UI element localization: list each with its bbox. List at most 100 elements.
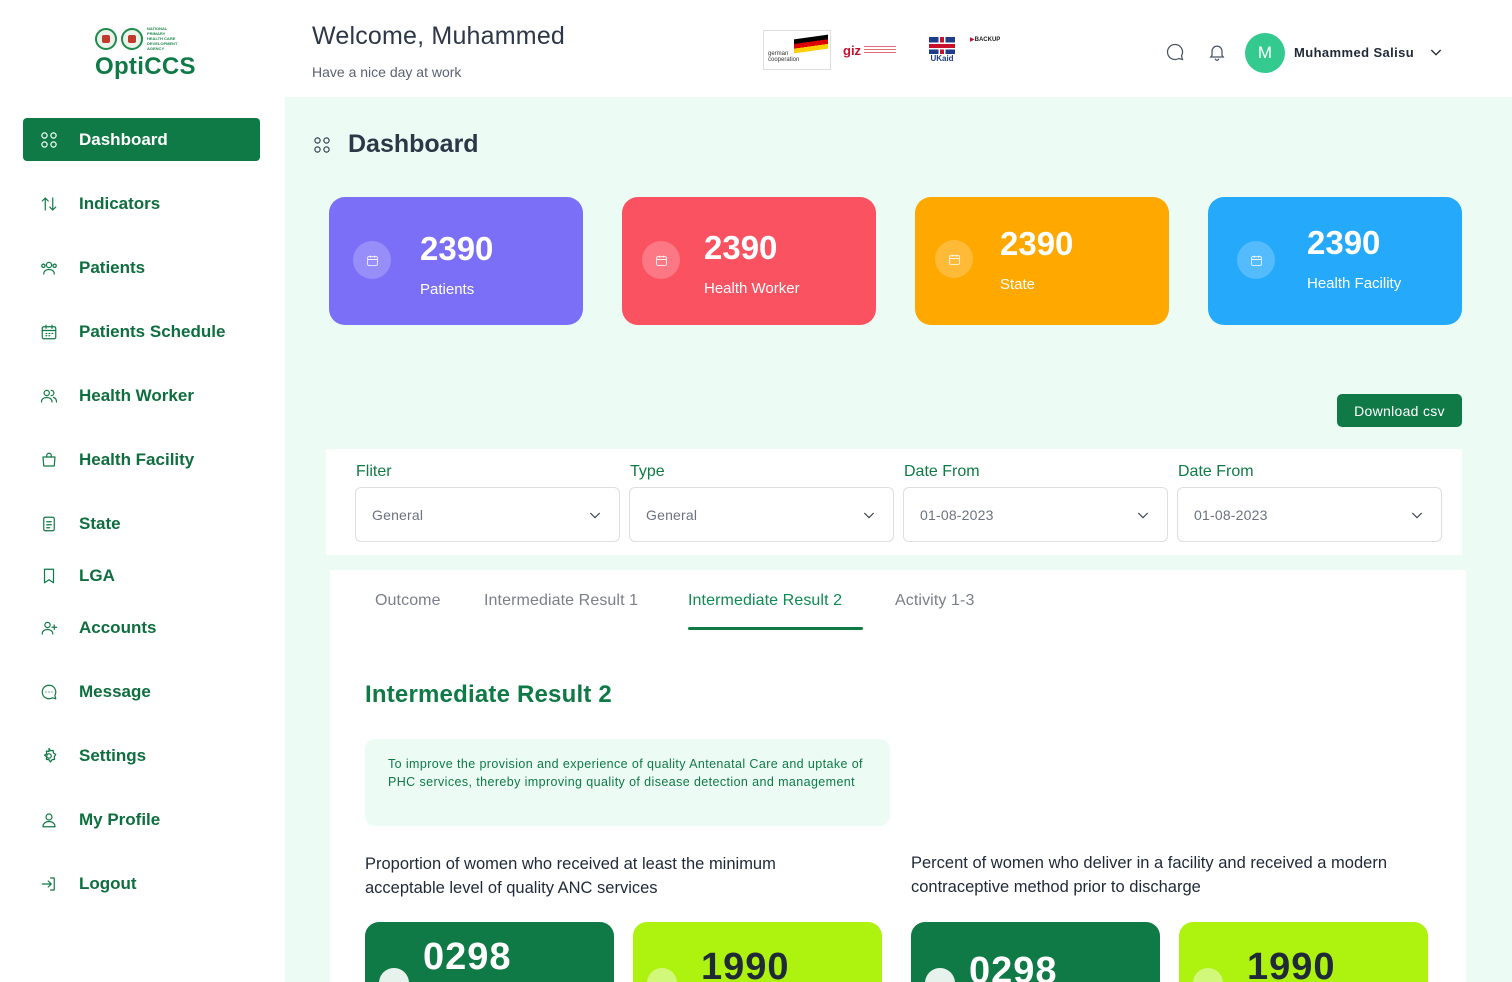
giz-logo-text: giz	[843, 42, 862, 58]
filter-label: Date From	[1178, 463, 1254, 480]
document-icon	[39, 514, 59, 534]
avatar[interactable]: M	[1245, 33, 1285, 73]
calendar-icon	[1237, 241, 1275, 279]
filter-group-filter: Fliter General	[355, 463, 620, 542]
date-value: 01-08-2023	[1194, 506, 1268, 523]
results-panel: Outcome Intermediate Result 1 Intermedia…	[330, 570, 1466, 982]
metric-card[interactable]: 1990	[1179, 922, 1428, 982]
calendar-icon	[935, 240, 973, 278]
section-description: To improve the provision and experience …	[365, 739, 890, 826]
backup-logo: ▶BACKUP	[970, 36, 1000, 43]
sidebar-item-label: Logout	[79, 873, 137, 893]
german-logo-text-2: cooperation	[768, 57, 800, 63]
bell-icon[interactable]	[1207, 42, 1227, 67]
bookmark-icon	[39, 566, 59, 586]
calendar-icon	[642, 241, 680, 279]
metric-title: Proportion of women who received at leas…	[365, 855, 776, 897]
top-header: Welcome, Muhammed Have a nice day at wor…	[285, 0, 1512, 97]
date-to-select[interactable]: 01-08-2023	[1177, 487, 1442, 542]
metric-icon	[925, 968, 955, 982]
date-from-select[interactable]: 01-08-2023	[903, 487, 1168, 542]
sidebar: NATIONAL PRIMARY HEALTH CARE DEVELOPMENT…	[0, 0, 285, 982]
filter-bar: Fliter General Type General Date From 01…	[326, 449, 1462, 555]
sidebar-item-label: Dashboard	[79, 129, 168, 149]
sidebar-item-accounts[interactable]: Accounts	[23, 606, 260, 649]
metric-value: 1990	[1247, 946, 1336, 982]
tab-intermediate-result-2[interactable]: Intermediate Result 2	[688, 592, 842, 610]
date-value: 01-08-2023	[920, 506, 994, 523]
stat-value: 2390	[704, 229, 778, 266]
filter-group-date-from: Date From 01-08-2023	[903, 463, 1168, 542]
nigeria-coat-of-arms-icon	[95, 27, 117, 50]
backup-logo-text: BACKUP	[974, 36, 1001, 43]
sidebar-item-patients-schedule[interactable]: Patients Schedule	[23, 310, 260, 353]
metric-card[interactable]: 0298	[365, 922, 614, 982]
partner-logos: german cooperation giz UKaid ▶BACKUP	[763, 30, 1000, 70]
page-title: Dashboard	[348, 130, 479, 158]
filter-group-date-to: Date From 01-08-2023	[1177, 463, 1442, 542]
uk-flag-icon	[929, 37, 955, 54]
sidebar-item-label: Indicators	[79, 193, 161, 213]
type-select[interactable]: General	[629, 487, 894, 542]
chevron-down-icon[interactable]	[1428, 44, 1444, 65]
chat-icon	[39, 682, 59, 702]
tab-activity-1-3[interactable]: Activity 1-3	[895, 592, 974, 610]
sidebar-item-patients[interactable]: Patients	[23, 246, 260, 289]
sidebar-item-dashboard[interactable]: Dashboard	[23, 118, 260, 161]
download-csv-button[interactable]: Download csv	[1337, 394, 1462, 427]
page-heading: Dashboard	[313, 130, 479, 159]
sidebar-item-label: State	[79, 513, 121, 533]
metric-icon	[1193, 968, 1223, 982]
sidebar-item-logout[interactable]: Logout	[23, 862, 260, 905]
app-logo[interactable]: NATIONAL PRIMARY HEALTH CARE DEVELOPMENT…	[95, 26, 195, 81]
chevron-down-icon	[589, 512, 601, 519]
sidebar-item-state[interactable]: State	[23, 502, 260, 545]
chat-bubble-icon[interactable]	[1165, 42, 1185, 67]
stat-label: Health Worker	[704, 280, 800, 297]
sidebar-item-lga[interactable]: LGA	[23, 554, 260, 597]
logo-agency-text: NATIONAL PRIMARY HEALTH CARE DEVELOPMENT…	[147, 26, 178, 51]
ukaid-logo-text: UKaid	[930, 54, 954, 63]
users-icon	[39, 258, 59, 278]
ukaid-logo: UKaid	[928, 37, 956, 63]
filter-label: Type	[630, 463, 665, 480]
metric-icon	[647, 968, 677, 982]
sidebar-item-settings[interactable]: Settings	[23, 734, 260, 777]
header-actions	[1165, 42, 1227, 67]
filter-label: Date From	[904, 463, 980, 480]
arrows-up-down-icon	[39, 194, 59, 214]
stat-card-health-facility[interactable]: 2390 Health Facility	[1208, 197, 1462, 325]
sidebar-item-label: Accounts	[79, 617, 157, 637]
user-name[interactable]: Muhammed Salisu	[1294, 45, 1414, 60]
sidebar-item-message[interactable]: Message	[23, 670, 260, 713]
tab-outcome[interactable]: Outcome	[375, 592, 441, 610]
active-tab-indicator	[688, 627, 863, 630]
stat-label: Patients	[420, 281, 475, 298]
stat-label: Health Facility	[1307, 275, 1402, 292]
sidebar-item-health-facility[interactable]: Health Facility	[23, 438, 260, 481]
filter-select[interactable]: General	[355, 487, 620, 542]
chevron-down-icon	[863, 512, 875, 519]
welcome-subtitle: Have a nice day at work	[312, 64, 462, 80]
sidebar-item-label: Health Worker	[79, 385, 194, 405]
stat-card-patients[interactable]: 2390 Patients	[329, 197, 583, 325]
calendar-icon	[353, 241, 391, 279]
sidebar-item-health-worker[interactable]: Health Worker	[23, 374, 260, 417]
metric-card[interactable]: 1990	[633, 922, 882, 982]
metric-card[interactable]: 0298	[911, 922, 1160, 982]
filter-label: Fliter	[356, 463, 392, 480]
tab-intermediate-result-1[interactable]: Intermediate Result 1	[484, 592, 638, 610]
metric-value: 0298	[969, 950, 1058, 982]
metric-value: 1990	[701, 946, 790, 982]
sidebar-item-indicators[interactable]: Indicators	[23, 182, 260, 225]
user-icon	[39, 810, 59, 830]
giz-logo: giz	[843, 43, 903, 58]
sidebar-item-label: Health Facility	[79, 449, 195, 469]
chevron-down-icon	[1137, 512, 1149, 519]
main-content: Dashboard 2390 Patients 2390 Health Work…	[285, 97, 1512, 982]
stat-card-state[interactable]: 2390 State	[915, 197, 1169, 325]
stat-card-health-worker[interactable]: 2390 Health Worker	[622, 197, 876, 325]
sidebar-item-my-profile[interactable]: My Profile	[23, 798, 260, 841]
stat-value: 2390	[1000, 225, 1074, 262]
sidebar-item-label: Settings	[79, 745, 147, 765]
